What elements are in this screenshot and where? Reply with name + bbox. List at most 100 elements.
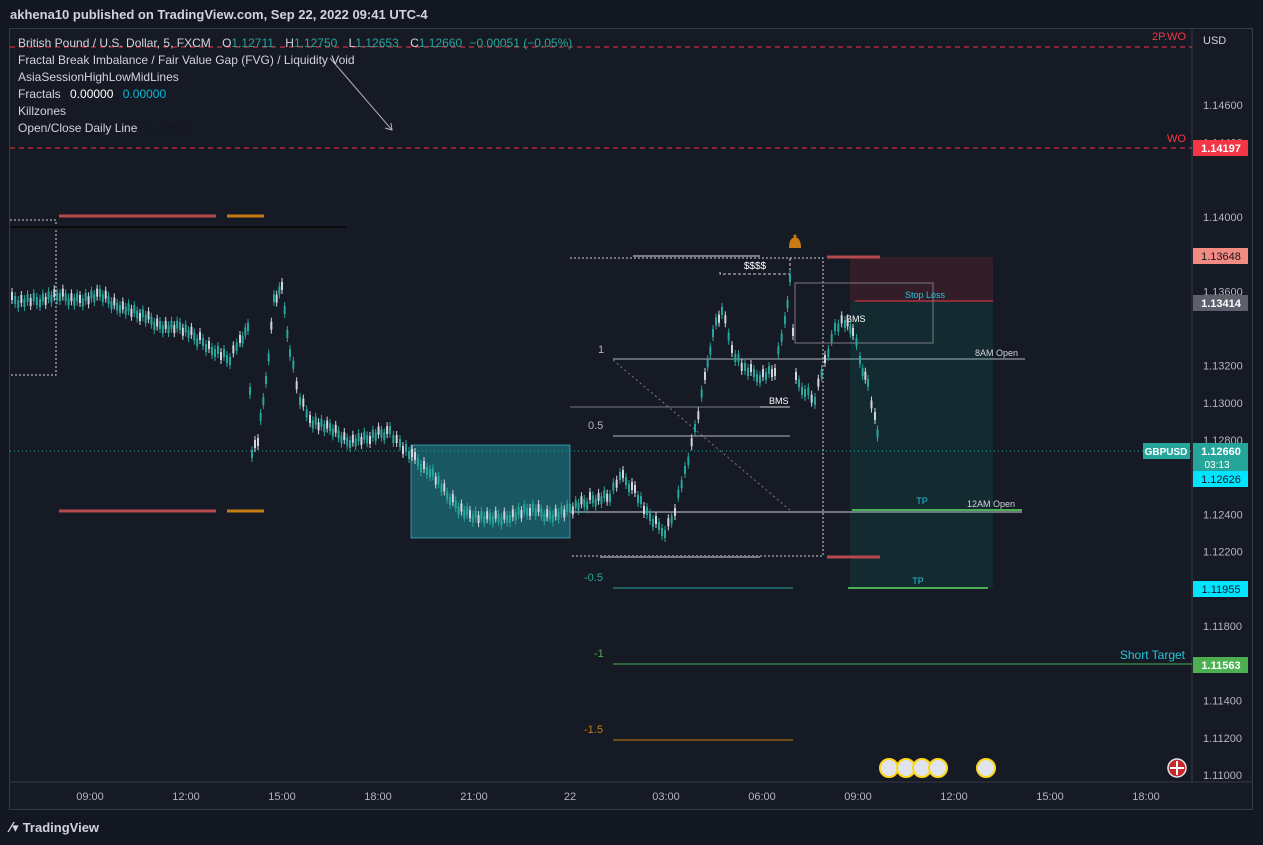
time-tick-label: 22	[564, 791, 576, 803]
candle-body	[244, 327, 247, 336]
candle-body	[814, 397, 816, 405]
countdown-badge: 03:13	[1204, 460, 1229, 471]
candle-body	[867, 379, 869, 387]
candle-body	[190, 326, 193, 335]
candle-body	[864, 371, 867, 380]
candle-body	[597, 492, 600, 501]
candle-body	[603, 490, 606, 499]
time-tick-label: 18:00	[1132, 791, 1160, 803]
candle-body	[463, 509, 466, 518]
brand-name: TradingView	[22, 820, 100, 835]
candle-body	[583, 498, 586, 507]
candle-body	[718, 314, 720, 323]
candle-body	[302, 398, 305, 407]
candle-body	[331, 428, 334, 437]
candle-body	[402, 446, 404, 454]
candle-body	[503, 511, 506, 520]
candle-body	[846, 318, 849, 327]
candle-body	[70, 293, 73, 302]
price-tick-label: 1.13000	[1203, 398, 1243, 410]
candle-body	[196, 338, 199, 347]
open-value: 1.12711	[231, 36, 274, 50]
liquidity-label: $$$$	[744, 261, 767, 272]
candle-body	[395, 435, 398, 443]
candle-body	[876, 429, 879, 438]
fib-m05-label: -0.5	[584, 572, 603, 584]
candle-body	[411, 449, 413, 457]
candle-body	[29, 298, 32, 306]
candle-body	[798, 379, 800, 388]
candle-body	[637, 495, 639, 503]
candle-body	[480, 510, 483, 519]
fractals-value-2: 0.00000	[122, 87, 167, 101]
tradingview-logo[interactable]: ⁄▾ TradingView	[10, 820, 99, 836]
candle-body	[687, 456, 690, 465]
candle-body	[549, 511, 551, 519]
daily-line-value: 1.12655	[146, 121, 191, 135]
candle-body	[176, 320, 179, 329]
candle-body	[784, 316, 786, 324]
time-tick-label: 09:00	[76, 791, 104, 803]
candle-body	[167, 325, 170, 334]
candle-body	[600, 496, 603, 505]
indicator-fvg[interactable]: Fractal Break Imbalance / Fair Value Gap…	[18, 52, 572, 69]
legend-symbol-row[interactable]: British Pound / U.S. Dollar, 5, FXCM O1.…	[18, 35, 572, 52]
price-tick-label: 1.14000	[1203, 212, 1243, 224]
indicator-fractals[interactable]: Fractals 0.00000 0.00000	[18, 86, 572, 103]
candle-body	[509, 515, 511, 523]
indicator-asia-session[interactable]: AsiaSessionHighLowMidLines	[18, 69, 572, 86]
candle-body	[17, 300, 20, 308]
candle-body	[571, 506, 574, 515]
candle-body	[646, 507, 648, 515]
time-tick-label: 15:00	[1036, 791, 1064, 803]
symbol-name[interactable]: British Pound / U.S. Dollar, 5, FXCM	[18, 36, 211, 50]
candle-body	[317, 422, 320, 431]
candle-body	[765, 372, 767, 380]
candle-body	[591, 495, 594, 504]
candle-body	[84, 292, 87, 301]
candle-body	[281, 282, 283, 290]
candle-body	[273, 294, 275, 302]
candle-body	[631, 482, 633, 490]
candle-body	[795, 372, 797, 380]
candle-body	[830, 334, 833, 342]
candle-body	[53, 289, 56, 298]
candle-body	[179, 322, 181, 330]
indicator-killzones[interactable]: Killzones	[18, 103, 572, 120]
candle-body	[612, 482, 615, 491]
wo-label: WO	[1167, 133, 1186, 145]
mid-price-badge: 1.13414	[1201, 298, 1242, 310]
candle-body	[226, 355, 228, 363]
candle-body	[262, 397, 265, 405]
candle-body	[574, 500, 577, 509]
candle-body	[286, 330, 289, 338]
candle-body	[139, 313, 141, 321]
candle-body	[153, 322, 156, 331]
candle-body	[309, 415, 311, 423]
candle-body	[554, 508, 557, 517]
close-value: 1.12660	[418, 36, 463, 50]
candle-body	[369, 436, 371, 444]
candle-body	[251, 450, 253, 458]
candle-body	[217, 346, 219, 354]
candle-body	[580, 496, 583, 505]
candle-body	[734, 354, 737, 362]
candle-body	[254, 440, 256, 448]
candle-body	[229, 357, 231, 365]
candle-body	[156, 318, 159, 327]
candle-body	[32, 293, 35, 301]
candle-body	[351, 434, 354, 443]
candle-body	[506, 514, 509, 523]
indicator-daily-line[interactable]: Open/Close Daily Line 1.12655	[18, 120, 572, 137]
candle-body	[844, 320, 846, 328]
candle-body	[366, 435, 369, 444]
candle-body	[116, 302, 119, 311]
candle-body	[386, 426, 389, 435]
candle-body	[104, 290, 107, 299]
candle-body	[721, 307, 723, 315]
candle-body	[127, 303, 130, 312]
candle-body	[810, 394, 813, 403]
candle-body	[750, 364, 752, 372]
candle-body	[477, 515, 480, 524]
candle-body	[323, 424, 326, 433]
